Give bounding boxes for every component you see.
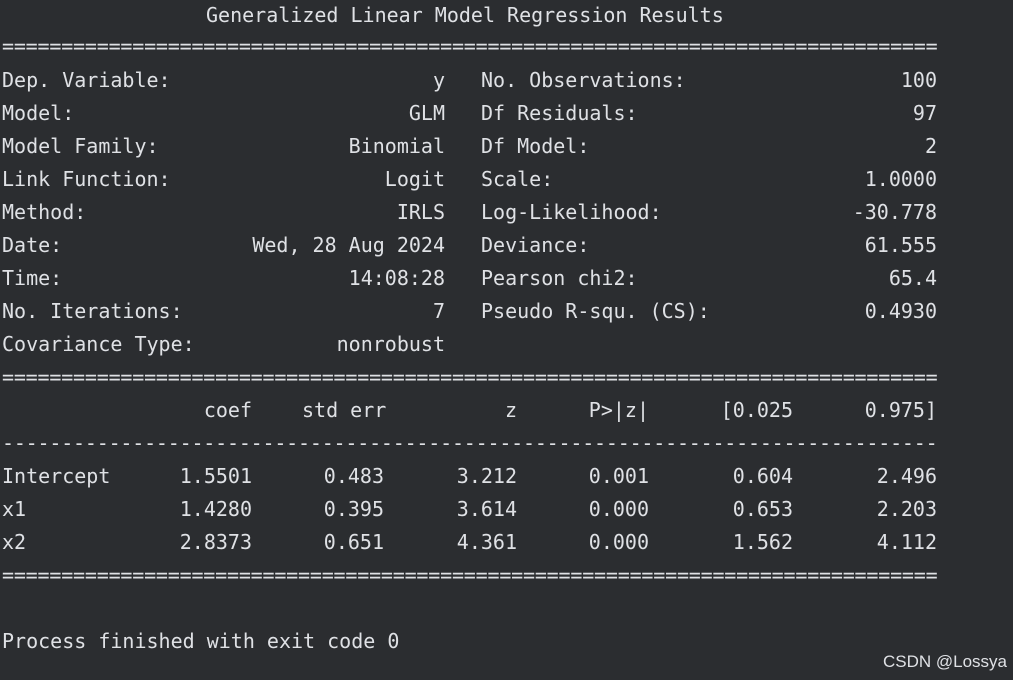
summary-left-label: No. Iterations: <box>2 299 183 323</box>
ci-lower-value: 0.604 <box>732 464 793 488</box>
ci-upper-value: 4.112 <box>876 530 937 554</box>
p-value: 0.000 <box>588 530 649 554</box>
coef-header-row: coef std err z P>|z| [0.025 0.975] <box>2 394 937 427</box>
summary-row: Dep. Variable: y No. Observations: 100 <box>2 64 937 97</box>
summary-right-label: Deviance: <box>481 233 590 257</box>
summary-row: No. Iterations: 7 Pseudo R-squ. (CS): 0.493… <box>2 295 937 328</box>
summary-right-value: 1.0000 <box>864 167 937 191</box>
std-err-value: 0.651 <box>323 530 384 554</box>
summary-right-label: Log-Likelihood: <box>481 200 662 224</box>
ci-lower-value: 0.653 <box>732 497 793 521</box>
summary-left-value: 14:08:28 <box>348 266 445 290</box>
header-std-err: std err <box>302 398 387 422</box>
summary-left-value: Wed, 28 Aug 2024 <box>252 233 445 257</box>
summary-left-value: nonrobust <box>336 332 445 356</box>
p-value: 0.001 <box>588 464 649 488</box>
ci-upper-value: 2.203 <box>876 497 937 521</box>
summary-left-label: Time: <box>2 266 63 290</box>
summary-left-value: 7 <box>432 299 445 323</box>
summary-right-value: 61.555 <box>864 233 937 257</box>
summary-right-label: Scale: <box>481 167 554 191</box>
coef-value: 1.5501 <box>179 464 252 488</box>
summary-right-label: No. Observations: <box>481 68 686 92</box>
summary-left-value: IRLS <box>396 200 445 224</box>
row-name: x2 <box>2 530 27 554</box>
summary-right-value: 65.4 <box>888 266 937 290</box>
z-value: 3.212 <box>456 464 517 488</box>
summary-row: Method: IRLS Log-Likelihood: -30.778 <box>2 196 937 229</box>
results-title: Generalized Linear Model Regression Resu… <box>206 3 724 27</box>
table-row: x1 1.4280 0.395 3.614 0.000 0.653 2.203 <box>2 493 937 526</box>
ci-upper-value: 2.496 <box>876 464 937 488</box>
summary-left-label: Date: <box>2 233 63 257</box>
summary-row: Date: Wed, 28 Aug 2024 Deviance: 61.555 <box>2 229 937 262</box>
coef-value: 2.8373 <box>179 530 252 554</box>
summary-left-value: Logit <box>384 167 445 191</box>
ci-lower-value: 1.562 <box>732 530 793 554</box>
table-row: Intercept 1.5501 0.483 3.212 0.001 0.604 2.496 <box>2 460 937 493</box>
summary-right-label: Df Residuals: <box>481 101 638 125</box>
table-row: x2 2.8373 0.651 4.361 0.000 1.562 4.112 <box>2 526 937 559</box>
header-p-value: P>|z| <box>588 398 649 422</box>
rule-double-top: ========================================… <box>2 34 937 58</box>
std-err-value: 0.395 <box>323 497 384 521</box>
summary-left-value: GLM <box>408 101 445 125</box>
summary-left-label: Model: <box>2 101 75 125</box>
coef-value: 1.4280 <box>179 497 252 521</box>
std-err-value: 0.483 <box>323 464 384 488</box>
summary-right-value: 2 <box>924 134 937 158</box>
summary-left-value: y <box>432 68 445 92</box>
header-ci-upper: 0.975] <box>864 398 937 422</box>
summary-right-value: 100 <box>900 68 937 92</box>
summary-row: Model Family: Binomial Df Model: 2 <box>2 130 937 163</box>
summary-right-value: -30.778 <box>852 200 937 224</box>
summary-right-label: Pearson chi2: <box>481 266 638 290</box>
rule-double-mid: ========================================… <box>2 365 937 389</box>
summary-left-label: Covariance Type: <box>2 332 195 356</box>
summary-row: Link Function: Logit Scale: 1.0000 <box>2 163 937 196</box>
z-value: 3.614 <box>456 497 517 521</box>
summary-row: Time: 14:08:28 Pearson chi2: 65.4 <box>2 262 937 295</box>
summary-left-label: Link Function: <box>2 167 171 191</box>
summary-left-label: Method: <box>2 200 87 224</box>
rule-double-bottom: ========================================… <box>2 563 937 587</box>
header-ci-lower: [0.025 <box>720 398 793 422</box>
header-z: z <box>504 398 517 422</box>
summary-right-value: 97 <box>912 101 937 125</box>
z-value: 4.361 <box>456 530 517 554</box>
summary-row: Covariance Type: nonrobust <box>2 328 937 361</box>
watermark: CSDN @Lossya <box>882 652 1007 671</box>
summary-right-value: 0.4930 <box>864 299 937 323</box>
row-name: Intercept <box>2 464 111 488</box>
summary-left-label: Model Family: <box>2 134 159 158</box>
p-value: 0.000 <box>588 497 649 521</box>
process-message: Process finished with exit code 0 <box>2 629 400 653</box>
summary-row: Model: GLM Df Residuals: 97 <box>2 97 937 130</box>
summary-left-label: Dep. Variable: <box>2 68 171 92</box>
header-coef: coef <box>203 398 252 422</box>
row-name: x1 <box>2 497 27 521</box>
rule-single: ----------------------------------------… <box>2 431 937 455</box>
summary-right-label: Df Model: <box>481 134 590 158</box>
summary-right-label: Pseudo R-squ. (CS): <box>481 299 710 323</box>
summary-left-value: Binomial <box>348 134 445 158</box>
